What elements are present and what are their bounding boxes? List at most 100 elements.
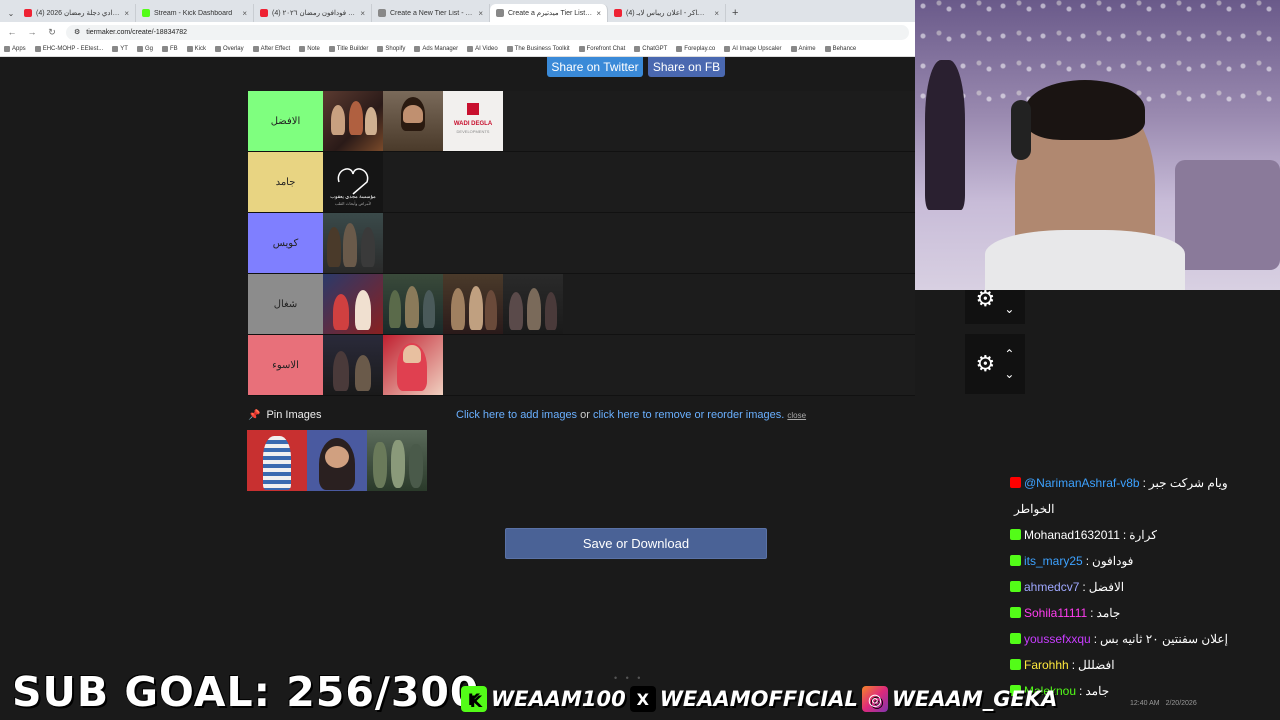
pin-images-label: Pin Images (266, 409, 322, 421)
new-tab-button[interactable]: + (732, 4, 738, 22)
browser-tab[interactable]: (4) اعلان فودافون رمضان ٢٠٢٦ - × (254, 4, 372, 22)
tab-search-icon[interactable]: ⌄ (4, 4, 18, 22)
tier-label[interactable]: الافضل (248, 91, 323, 151)
chat-username[interactable]: Mohanad1632011 (1024, 522, 1120, 548)
chat-username[interactable]: its_mary25 (1024, 548, 1083, 574)
ad-image-bearded-man[interactable] (383, 91, 443, 151)
bookmark-label: Behance (832, 46, 857, 52)
bookmark-label: Shopify (385, 46, 406, 52)
pinned-image-soldiers[interactable] (367, 430, 427, 491)
site-info-icon[interactable]: ⚙ (74, 28, 80, 36)
bookmark-item[interactable]: Apps (4, 46, 26, 52)
tab-close-icon[interactable]: × (360, 9, 365, 18)
chat-username[interactable]: Farohhh (1024, 652, 1069, 678)
tier-label[interactable]: جامد (248, 152, 323, 212)
browser-tab[interactable]: Stream - Kick Dashboard × (136, 4, 254, 22)
tier-row: كويس (248, 213, 915, 274)
ig-handle: WEAAM_GEKA (891, 687, 1058, 711)
magdi-yacoub-logo[interactable]: مؤسسة مجدي يعقوب لأمراض وأبحاث القلب (323, 152, 383, 212)
bookmark-item[interactable]: Anime (790, 46, 816, 52)
bookmark-item[interactable]: AI Image Upscaler (724, 46, 782, 52)
ad-image-woman-red[interactable] (383, 335, 443, 395)
bookmark-label: AI Image Upscaler (732, 46, 782, 52)
image-links: Click here to add images or click here t… (456, 409, 806, 421)
bookmark-item[interactable]: Note (299, 46, 320, 52)
share-fb-button[interactable]: Share on FB (648, 57, 725, 77)
bookmark-favicon-icon (676, 46, 683, 52)
tier-label[interactable]: كويس (248, 213, 323, 273)
kick-icon: K (461, 686, 487, 712)
ad-image-night-group[interactable] (503, 274, 563, 334)
chat-username[interactable]: youssefxxqu (1024, 626, 1091, 652)
chat-username[interactable]: ahmedcv7 (1024, 574, 1079, 600)
wadi-degla-logo[interactable]: WADI DEGLA DEVELOPMENTS (443, 91, 503, 151)
tab-favicon-icon (260, 9, 268, 17)
bookmark-item[interactable]: Behance (824, 46, 857, 52)
gear-icon[interactable]: ⚙ (976, 351, 996, 377)
ad-image-family-scene[interactable] (323, 91, 383, 151)
ad-image-dark-scene[interactable] (323, 335, 383, 395)
chat-colon: : (1085, 554, 1090, 568)
bookmark-item[interactable]: Overlay (214, 46, 244, 52)
share-twitter-button[interactable]: Share on Twitter (547, 57, 643, 77)
reload-icon[interactable]: ↻ (46, 27, 58, 38)
tab-close-icon[interactable]: × (478, 9, 483, 18)
chat-username[interactable]: @NarimanAshraf-v8b (1024, 470, 1140, 496)
bookmark-item[interactable]: Shopify (377, 46, 405, 52)
bookmark-item[interactable]: Title Builder (328, 46, 368, 52)
bookmark-label: AI Video (475, 46, 498, 52)
pinned-image-man-portrait[interactable] (307, 430, 367, 491)
bookmark-item[interactable]: Ads Manager (414, 46, 458, 52)
chevron-down-icon[interactable]: ⌄ (1004, 367, 1014, 381)
ad-image-red-scene[interactable] (323, 274, 383, 334)
bookmark-item[interactable]: EHC-MOHP - EEtest... (34, 46, 104, 52)
tab-close-icon[interactable]: × (596, 9, 601, 18)
bookmark-item[interactable]: After Effect (252, 46, 291, 52)
forward-icon[interactable]: → (26, 27, 38, 37)
tier-items: مؤسسة مجدي يعقوب لأمراض وأبحاث القلب (323, 152, 915, 212)
bookmark-favicon-icon (214, 46, 221, 52)
chat-colon: : (1071, 658, 1076, 672)
bookmark-item[interactable]: YT (112, 46, 128, 52)
tab-close-icon[interactable]: × (124, 9, 129, 18)
bookmark-item[interactable]: Kick (186, 46, 206, 52)
bookmark-item[interactable]: FB (161, 46, 178, 52)
chevron-down-icon[interactable]: ⌄ (1004, 302, 1014, 316)
url-field[interactable]: ⚙ tiermaker.com/create/-18834782 (66, 24, 909, 40)
chat-message: Sohila11111: جامد (1010, 600, 1272, 626)
bookmark-item[interactable]: ChatGPT (634, 46, 667, 52)
tier-label[interactable]: شغال (248, 274, 323, 334)
tab-close-icon[interactable]: × (714, 9, 719, 18)
ad-image-cowboys[interactable] (443, 274, 503, 334)
back-icon[interactable]: ← (6, 27, 18, 37)
close-link[interactable]: close (787, 411, 806, 420)
browser-tab[interactable]: Create a ميدتيرم Tier List - Tier × (490, 4, 608, 22)
tier-items (323, 213, 915, 273)
bookmark-item[interactable]: Forefront Chat (578, 46, 625, 52)
chevron-up-icon[interactable]: ⌃ (1004, 347, 1014, 361)
browser-tab[interactable]: (4) إعلان وادي دجلة رمضان 2026 × (18, 4, 136, 22)
chat-username[interactable]: Sohila11111 (1024, 600, 1087, 626)
wadi-degla-logo-subtitle: DEVELOPMENTS (456, 129, 490, 134)
ad-image-street-group[interactable] (383, 274, 443, 334)
remove-reorder-link[interactable]: click here to remove or reorder images. (593, 409, 784, 421)
bookmark-item[interactable]: Foreplay.co (676, 46, 715, 52)
bookmark-label: After Effect (260, 46, 291, 52)
pinned-image-man-stripes[interactable] (247, 430, 307, 491)
address-bar-row: ← → ↻ ⚙ tiermaker.com/create/-18834782 (0, 22, 915, 42)
bookmark-label: EHC-MOHP - EEtest... (42, 46, 104, 52)
bookmark-favicon-icon (161, 46, 168, 52)
youtube-icon (1010, 477, 1021, 488)
ad-image-group[interactable] (323, 213, 383, 273)
tab-close-icon[interactable]: × (242, 9, 247, 18)
add-images-link[interactable]: Click here to add images (456, 409, 577, 421)
chat-message: Farohhh: افضللل (1010, 652, 1272, 678)
bookmark-item[interactable]: The Business Toolkit (506, 46, 570, 52)
bookmark-item[interactable]: AI Video (467, 46, 498, 52)
tab-title: Stream - Kick Dashboard (154, 9, 233, 17)
tier-label[interactable]: الاسوء (248, 335, 323, 395)
browser-tab[interactable]: (4) هيثم شاكر - اعلان ريباس لايـ × (608, 4, 726, 22)
save-download-button[interactable]: Save or Download (505, 528, 767, 559)
bookmark-item[interactable]: Gg (136, 46, 153, 52)
browser-tab[interactable]: Create a New Tier List - TierMa× (372, 4, 490, 22)
